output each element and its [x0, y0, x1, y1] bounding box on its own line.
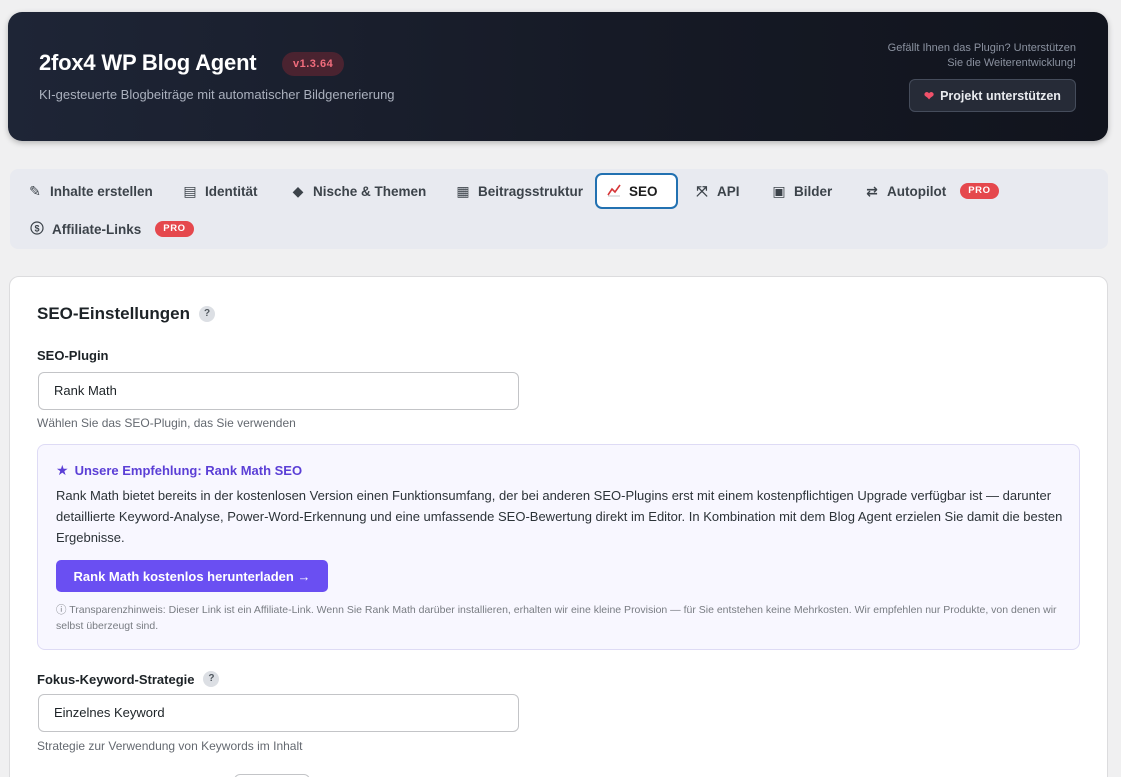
support-text: Gefällt Ihnen das Plugin? Unterstützen S… — [836, 41, 1076, 71]
star-icon: ★ — [56, 462, 69, 478]
seo-plugin-hint: Wählen Sie das SEO-Plugin, das Sie verwe… — [37, 416, 296, 430]
edit-icon: ✎ — [29, 182, 41, 199]
recommendation-box: ★ Unsere Empfehlung: Rank Math SEO Rank … — [37, 444, 1080, 650]
tab-label: Identität — [205, 183, 258, 199]
section-title-text: SEO-Einstellungen — [37, 304, 191, 323]
tag-icon: ◆ — [292, 182, 304, 199]
keyword-strategy-hint: Strategie zur Verwendung von Keywords im… — [37, 739, 303, 753]
tab-label: Affiliate-Links — [52, 221, 142, 237]
tab-beitragsstruktur[interactable]: ▦ Beitragsstruktur — [446, 173, 593, 209]
image-icon: ▣ — [772, 182, 786, 199]
svg-text:$: $ — [34, 223, 39, 233]
support-text-line2: Sie die Weiterentwicklung! — [947, 57, 1076, 69]
tab-bilder[interactable]: ▣ Bilder — [762, 173, 842, 209]
app-header: 2fox4 WP Blog Agent v1.3.64 KI-gesteuert… — [8, 12, 1108, 141]
pro-badge: PRO — [960, 183, 999, 199]
tab-label: API — [717, 183, 740, 199]
support-project-button[interactable]: ❤ Projekt unterstützen — [909, 79, 1076, 112]
tab-label: Beitragsstruktur — [478, 183, 584, 199]
tab-label: Bilder — [794, 183, 833, 199]
tab-inhalte-erstellen[interactable]: ✎ Inhalte erstellen — [18, 173, 163, 209]
support-text-line1: Gefällt Ihnen das Plugin? Unterstützen — [887, 42, 1076, 54]
tab-api[interactable]: ⤧ API — [685, 173, 750, 209]
tab-seo[interactable]: SEO — [595, 173, 678, 209]
recommendation-title: ★ Unsere Empfehlung: Rank Math SEO — [56, 462, 302, 479]
seo-settings-card: SEO-Einstellungen ? SEO-Plugin Rank Math… — [9, 276, 1108, 777]
tab-identitaet[interactable]: ▤ Identität — [173, 173, 268, 209]
keyword-strategy-label-text: Fokus-Keyword-Strategie — [37, 671, 195, 687]
pro-badge: PRO — [155, 221, 194, 237]
keyword-strategy-label: Fokus-Keyword-Strategie ? — [37, 671, 220, 687]
tab-label: Nische & Themen — [313, 183, 427, 199]
tab-nische-themen[interactable]: ◆ Nische & Themen — [281, 173, 436, 209]
app-title: 2fox4 WP Blog Agent — [39, 50, 257, 75]
version-badge: v1.3.64 — [282, 52, 345, 76]
table-icon: ▦ — [456, 182, 470, 199]
seo-plugin-label: SEO-Plugin — [37, 348, 109, 363]
section-title: SEO-Einstellungen ? — [37, 304, 216, 324]
app-subtitle: KI-gesteuerte Blogbeiträge mit automatis… — [39, 87, 395, 102]
transparency-note: ⓘ Transparenzhinweis: Dieser Link ist ei… — [56, 604, 1057, 632]
help-icon[interactable]: ? — [203, 671, 220, 687]
settings-tabs: ✎ Inhalte erstellen ▤ Identität ◆ Nische… — [10, 169, 1108, 249]
recommendation-body: Rank Math bietet bereits in der kostenlo… — [56, 488, 1063, 545]
tab-label: Inhalte erstellen — [50, 183, 153, 199]
tab-affiliate-links[interactable]: $ Affiliate-Links PRO — [20, 211, 204, 247]
seo-plugin-select[interactable]: Rank Math — [38, 372, 519, 410]
tab-label: SEO — [629, 183, 658, 199]
chart-line-icon — [607, 183, 621, 200]
tab-label: Autopilot — [887, 183, 947, 199]
tab-autopilot[interactable]: ⇄ Autopilot PRO — [855, 173, 1009, 209]
help-icon[interactable]: ? — [199, 306, 216, 322]
id-card-icon: ▤ — [183, 182, 197, 199]
support-button-label: Projekt unterstützen — [940, 88, 1061, 103]
keyword-strategy-select[interactable]: Einzelnes Keyword — [38, 694, 519, 732]
repeat-icon: ⇄ — [866, 182, 878, 199]
network-icon: ⤧ — [696, 182, 708, 199]
download-rank-math-button[interactable]: Rank Math kostenlos herunterladen → — [56, 560, 328, 592]
recommendation-title-text: Unsere Empfehlung: Rank Math SEO — [74, 463, 303, 478]
dollar-circle-icon: $ — [30, 220, 44, 238]
heart-icon: ❤ — [924, 88, 935, 103]
